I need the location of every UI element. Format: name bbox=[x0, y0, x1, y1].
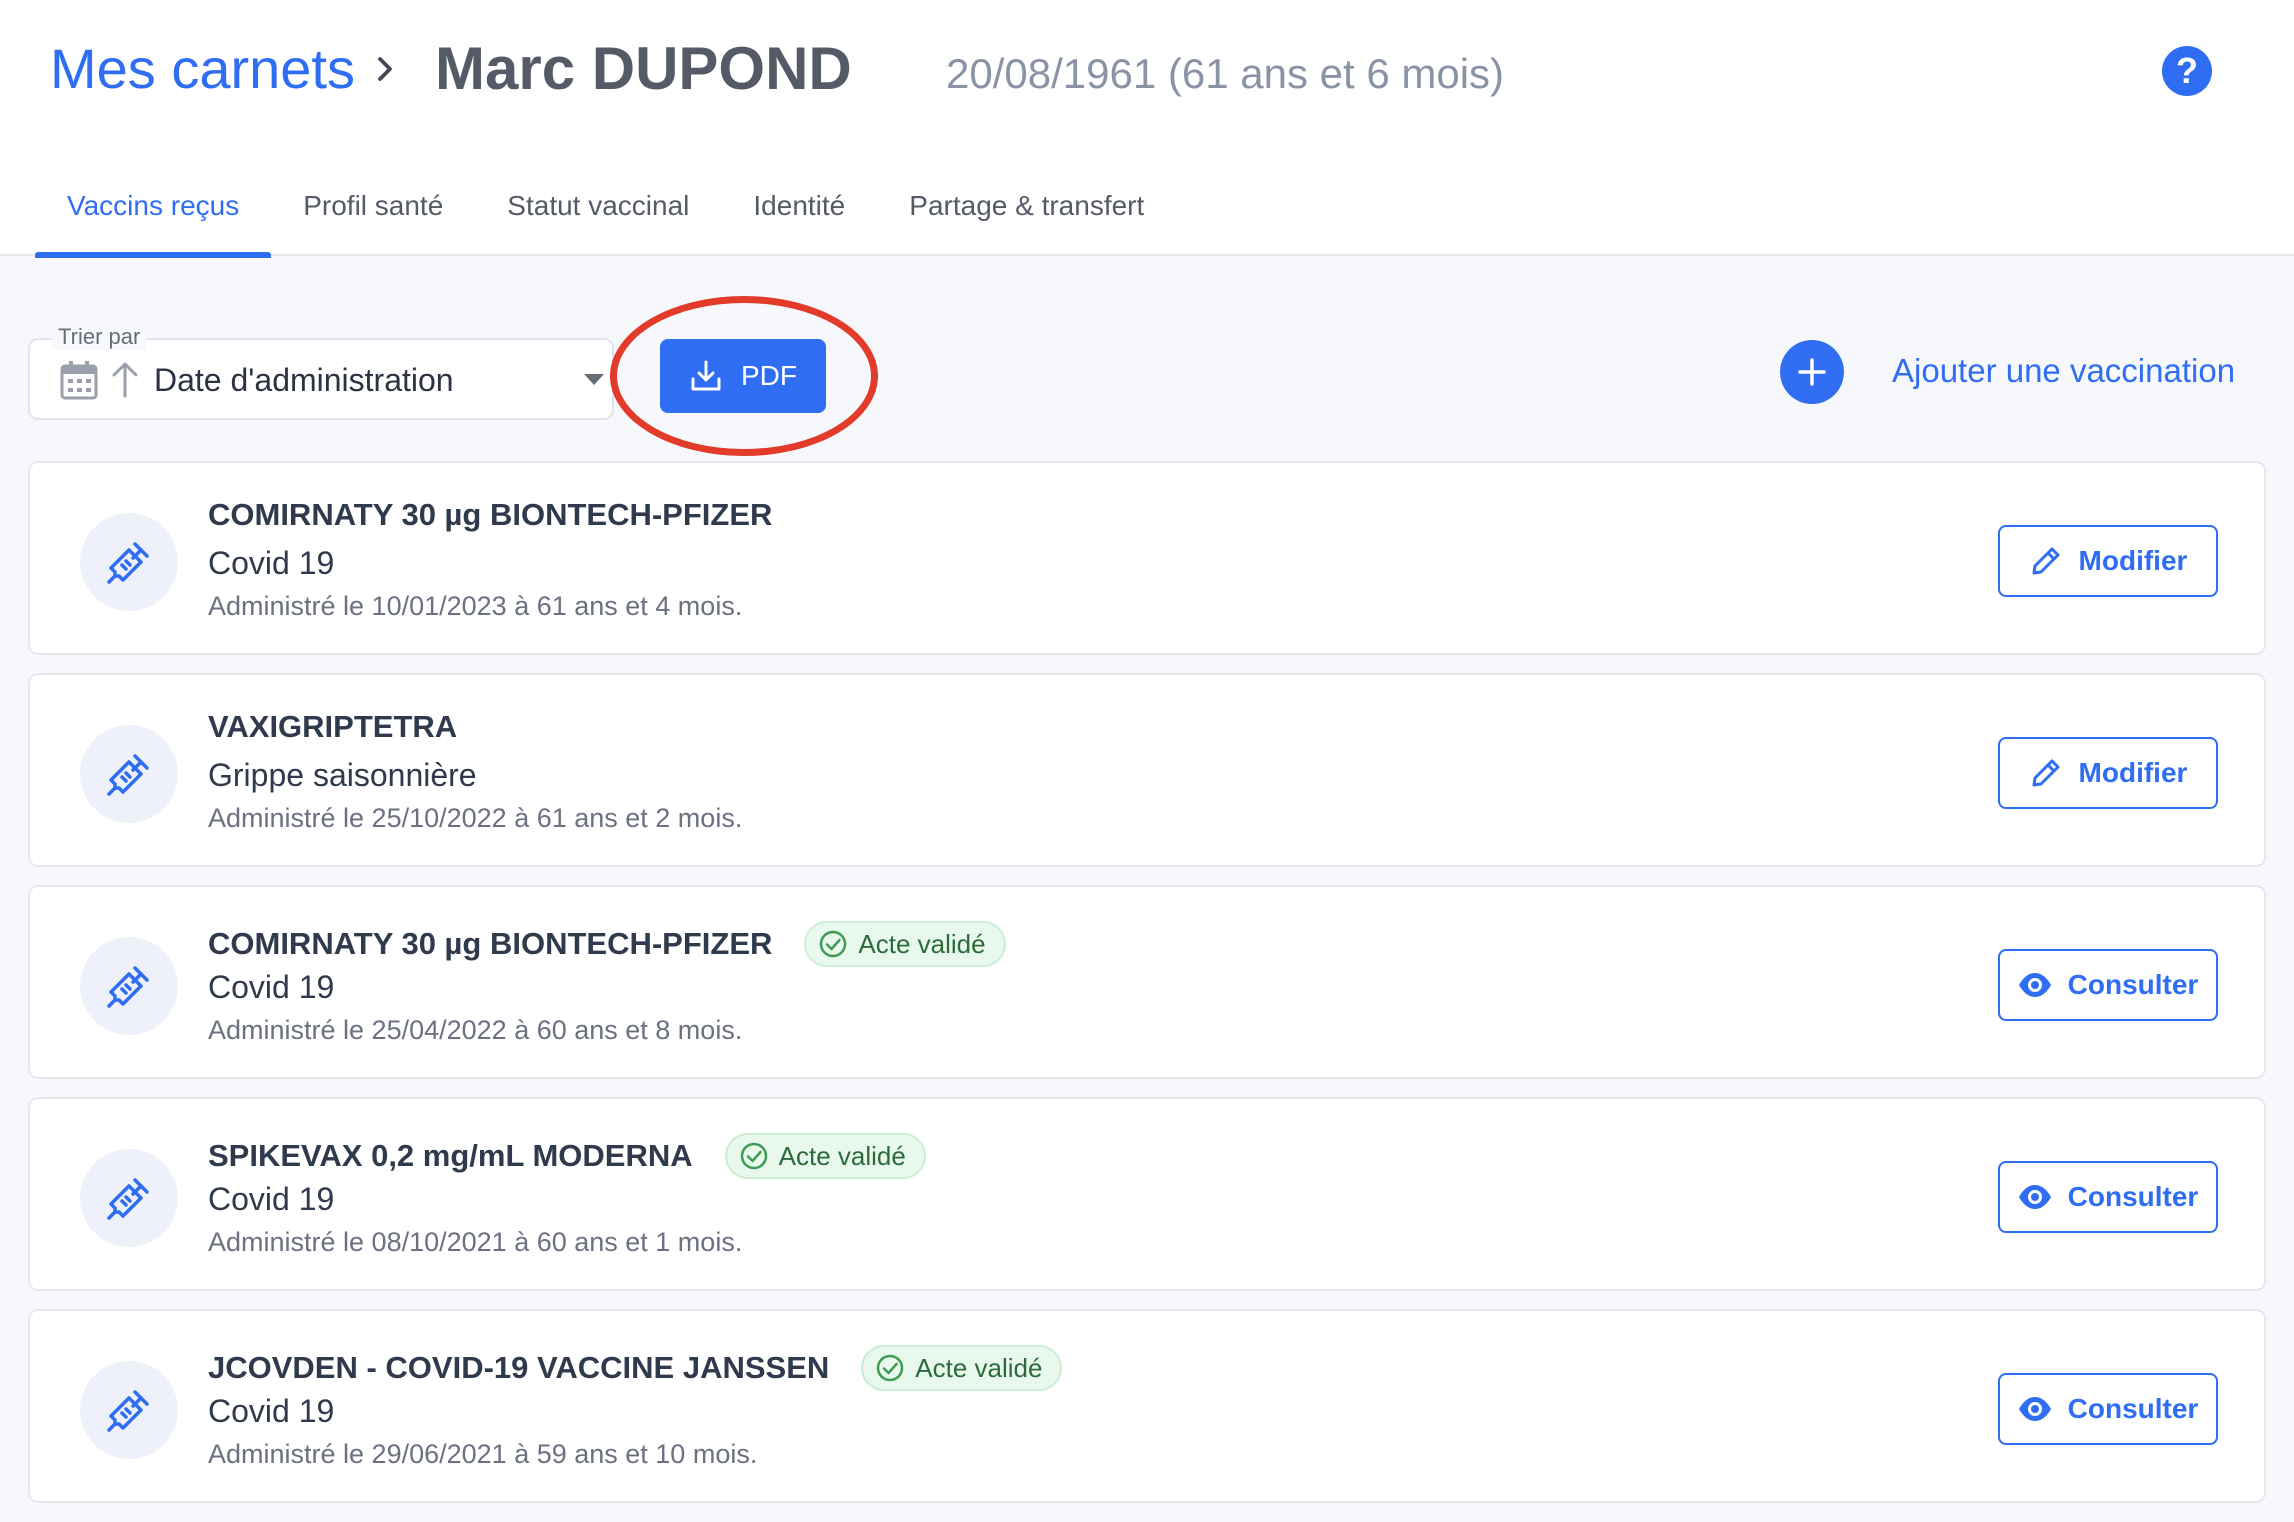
eye-icon bbox=[2018, 973, 2051, 997]
vaccine-name: COMIRNATY 30 µg BIONTECH-PFIZER bbox=[208, 926, 773, 961]
tab-vaccins-recus[interactable]: Vaccins reçus bbox=[35, 168, 272, 258]
tab-profil-sante[interactable]: Profil santé bbox=[271, 168, 475, 256]
sort-label: Trier par bbox=[52, 324, 147, 350]
top-bar: Mes carnets Marc DUPOND 20/08/1961 (61 a… bbox=[0, 0, 2294, 258]
tab-bar: Vaccins reçus Profil santé Statut vaccin… bbox=[35, 168, 1176, 258]
consult-button[interactable]: Consulter bbox=[1998, 1373, 2218, 1445]
disease-name: Grippe saisonnière bbox=[208, 757, 477, 793]
administration-date: Administré le 25/04/2022 à 60 ans et 8 m… bbox=[208, 1015, 743, 1045]
validated-badge: Acte validé bbox=[861, 1345, 1063, 1391]
administration-date: Administré le 10/01/2023 à 61 ans et 4 m… bbox=[208, 591, 743, 621]
eye-icon bbox=[2018, 1185, 2051, 1209]
pdf-download-button[interactable]: PDF bbox=[660, 339, 826, 413]
syringe-icon bbox=[80, 937, 178, 1035]
chevron-right-icon bbox=[355, 54, 415, 84]
modify-button[interactable]: Modifier bbox=[1998, 737, 2218, 809]
add-vaccination-link[interactable]: Ajouter une vaccination bbox=[1892, 352, 2235, 390]
disease-name: Covid 19 bbox=[208, 1393, 335, 1429]
disease-name: Covid 19 bbox=[208, 1181, 335, 1217]
caret-down-icon bbox=[584, 374, 604, 385]
modify-label: Modifier bbox=[2078, 757, 2188, 788]
syringe-icon bbox=[80, 1149, 178, 1247]
arrow-up-icon[interactable] bbox=[110, 360, 140, 398]
validated-badge: Acte validé bbox=[804, 921, 1006, 967]
disease-name: Covid 19 bbox=[208, 545, 335, 581]
consult-label: Consulter bbox=[2067, 1181, 2199, 1212]
pencil-icon bbox=[2032, 547, 2060, 575]
pencil-icon bbox=[2032, 759, 2060, 787]
tab-identite[interactable]: Identité bbox=[721, 168, 877, 256]
vaccine-name: VAXIGRIPTETRA bbox=[208, 709, 458, 744]
vaccination-card: SPIKEVAX 0,2 mg/mL MODERNA Acte validé C… bbox=[28, 1097, 2266, 1291]
validated-badge-label: Acte validé bbox=[915, 1352, 1043, 1383]
modify-label: Modifier bbox=[2078, 545, 2188, 576]
consult-button[interactable]: Consulter bbox=[1998, 1161, 2218, 1233]
vaccination-card: VAXIGRIPTETRA Grippe saisonnière Adminis… bbox=[28, 673, 2266, 867]
administration-date: Administré le 08/10/2021 à 60 ans et 1 m… bbox=[208, 1227, 743, 1257]
modify-button[interactable]: Modifier bbox=[1998, 525, 2218, 597]
syringe-icon bbox=[80, 513, 178, 611]
patient-birthdate: 20/08/1961 (61 ans et 6 mois) bbox=[946, 50, 1505, 97]
eye-icon bbox=[2018, 1397, 2051, 1421]
consult-label: Consulter bbox=[2067, 969, 2199, 1000]
help-icon[interactable]: ? bbox=[2162, 46, 2212, 96]
sort-select[interactable]: Trier par Date d'administration bbox=[28, 324, 614, 420]
syringe-icon bbox=[80, 725, 178, 823]
pdf-label: PDF bbox=[741, 360, 797, 391]
breadcrumb: Mes carnets Marc DUPOND bbox=[50, 34, 852, 103]
add-vaccination-icon[interactable] bbox=[1780, 340, 1844, 404]
administration-date: Administré le 29/06/2021 à 59 ans et 10 … bbox=[208, 1439, 758, 1469]
disease-name: Covid 19 bbox=[208, 969, 335, 1005]
vaccine-name: COMIRNATY 30 µg BIONTECH-PFIZER bbox=[208, 497, 773, 532]
vaccination-card: JCOVDEN - COVID-19 VACCINE JANSSEN Acte … bbox=[28, 1309, 2266, 1503]
check-circle-icon bbox=[877, 1354, 904, 1382]
consult-button[interactable]: Consulter bbox=[1998, 949, 2218, 1021]
validated-badge: Acte validé bbox=[724, 1133, 926, 1179]
sort-value: Date d'administration bbox=[154, 362, 454, 398]
vaccination-card: COMIRNATY 30 µg BIONTECH-PFIZER Covid 19… bbox=[28, 461, 2266, 655]
vaccination-card: COMIRNATY 30 µg BIONTECH-PFIZER Acte val… bbox=[28, 885, 2266, 1079]
plus-icon bbox=[1798, 358, 1826, 386]
calendar-icon bbox=[60, 361, 98, 400]
download-icon bbox=[691, 360, 721, 391]
administration-date: Administré le 25/10/2022 à 61 ans et 2 m… bbox=[208, 803, 743, 833]
breadcrumb-root-link[interactable]: Mes carnets bbox=[50, 36, 355, 101]
tab-partage-transfert[interactable]: Partage & transfert bbox=[877, 168, 1176, 256]
syringe-icon bbox=[80, 1361, 178, 1459]
validated-badge-label: Acte validé bbox=[858, 928, 986, 959]
patient-name: Marc DUPOND bbox=[435, 35, 852, 102]
tab-statut-vaccinal[interactable]: Statut vaccinal bbox=[475, 168, 721, 256]
validated-badge-label: Acte validé bbox=[778, 1140, 906, 1171]
consult-label: Consulter bbox=[2067, 1393, 2199, 1424]
check-circle-icon bbox=[740, 1142, 767, 1170]
vaccination-list: COMIRNATY 30 µg BIONTECH-PFIZER Covid 19… bbox=[28, 461, 2266, 1521]
check-circle-icon bbox=[820, 930, 847, 958]
vaccine-name: JCOVDEN - COVID-19 VACCINE JANSSEN bbox=[208, 1350, 830, 1385]
vaccine-name: SPIKEVAX 0,2 mg/mL MODERNA bbox=[208, 1138, 693, 1173]
